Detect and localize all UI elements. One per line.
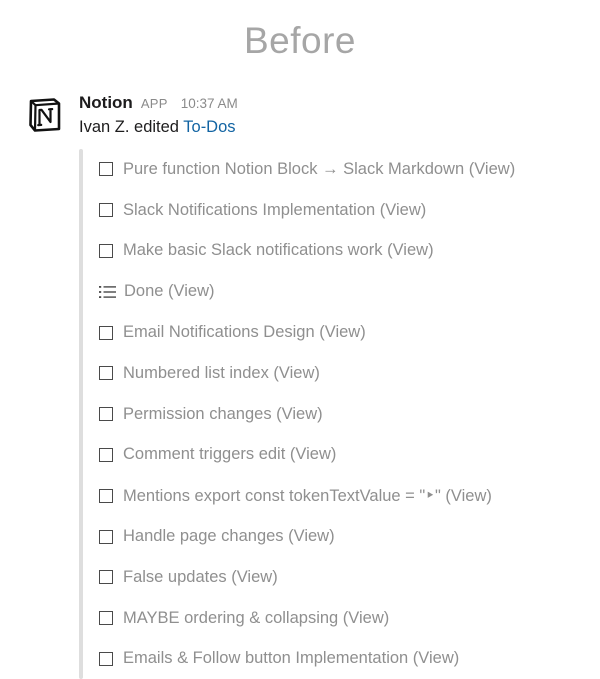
list-item[interactable]: Email Notifications Design (View) [99,312,594,353]
todo-list: Pure function Notion Block → Slack Markd… [99,149,594,679]
list-item-label: Numbered list index (View) [123,363,320,382]
list-item-label: Mentions export const tokenTextValue = "… [123,486,492,505]
checkbox-icon[interactable] [99,243,113,258]
list-item-label: Permission changes (View) [123,404,323,423]
list-item[interactable]: Emails & Follow button Implementation (V… [99,639,594,679]
list-item[interactable]: Handle page changes (View) [99,516,594,557]
checkbox-icon[interactable] [99,611,113,626]
list-item-label: Email Notifications Design (View) [123,323,366,342]
checkbox-icon[interactable] [99,366,113,381]
checkbox-icon[interactable] [99,162,113,177]
list-item-label: Comment triggers edit (View) [123,445,337,464]
checkbox-icon[interactable] [99,529,113,544]
checkbox-icon[interactable] [99,651,113,666]
list-item[interactable]: False updates (View) [99,557,594,598]
list-item[interactable]: Slack Notifications Implementation (View… [99,190,594,231]
list-item[interactable]: Done (View) [99,271,594,312]
list-item-label: False updates (View) [123,567,278,586]
list-item[interactable]: Permission changes (View) [99,394,594,435]
list-item-label: Emails & Follow button Implementation (V… [123,649,460,668]
list-item-label: MAYBE ordering & collapsing (View) [123,608,390,627]
checkbox-icon[interactable] [99,570,113,585]
summary-text: Ivan Z. edited [79,118,184,136]
app-badge: APP [140,96,168,111]
list-item[interactable]: Mentions export const tokenTextValue = "… [99,475,594,516]
checkbox-icon[interactable] [99,203,113,218]
quote-bar [79,149,83,679]
list-item-label: Handle page changes (View) [123,527,335,546]
page-heading: Before [243,20,356,61]
sender-name[interactable]: Notion [79,93,133,113]
checkbox-icon[interactable] [99,325,113,340]
message-timestamp[interactable]: 10:37 AM [181,96,238,111]
message-summary: Ivan Z. edited To-Dos [79,118,236,137]
list-item[interactable]: Make basic Slack notifications work (Vie… [99,231,594,272]
message-header: Notion APP 10:37 AM [79,93,238,115]
list-item-label: Pure function Notion Block → Slack Markd… [123,159,516,178]
list-item[interactable]: MAYBE ordering & collapsing (View) [99,598,594,639]
checkbox-icon[interactable] [99,407,113,422]
list-item[interactable]: Comment triggers edit (View) [99,435,594,476]
list-item-label: Make basic Slack notifications work (Vie… [123,241,434,260]
checkbox-icon[interactable] [99,488,113,503]
list-item-label: Slack Notifications Implementation (View… [123,200,427,219]
checkbox-icon[interactable] [99,447,113,462]
notion-logo-icon[interactable] [27,97,62,132]
list-item-label: Done (View) [124,282,215,301]
list-icon [99,285,116,298]
list-item[interactable]: Pure function Notion Block → Slack Markd… [99,149,594,190]
list-item[interactable]: Numbered list index (View) [99,353,594,394]
page-link[interactable]: To-Dos [183,118,235,136]
